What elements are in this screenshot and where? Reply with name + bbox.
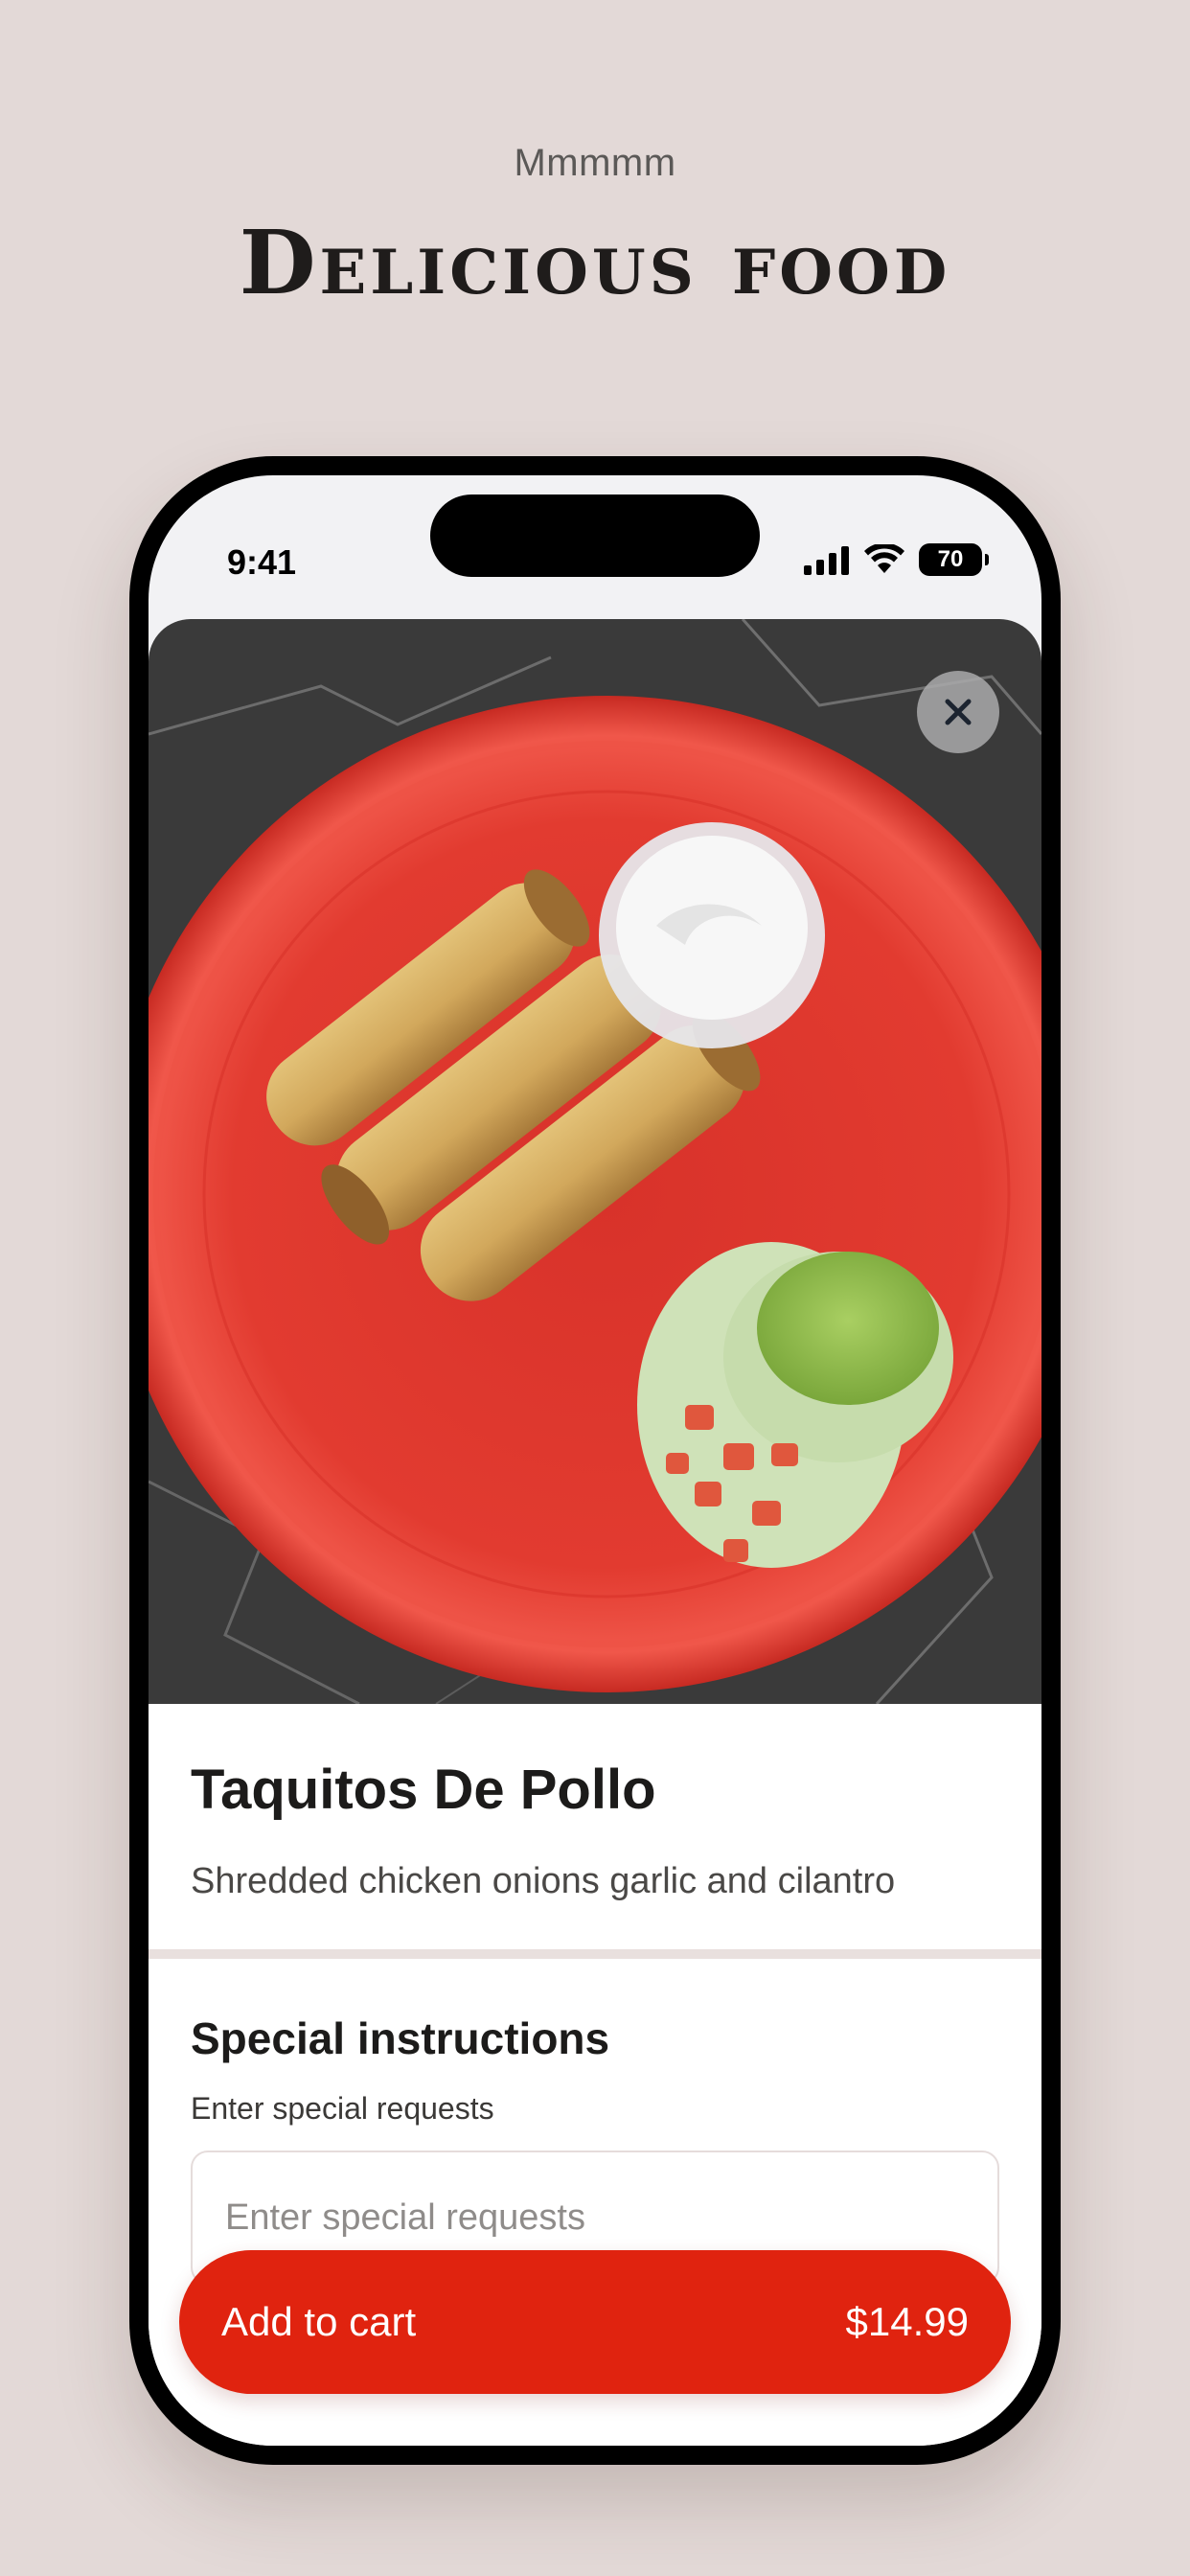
product-description: Shredded chicken onions garlic and cilan… [191, 1861, 896, 1901]
cellular-signal-icon [804, 546, 849, 575]
battery-level: 70 [937, 546, 964, 572]
cart-price: $14.99 [845, 2299, 969, 2344]
phone-screen: 9:41 70 Taquitos De Pollo Shredded chick… [149, 475, 1041, 2446]
page-headline: Delicious food [239, 211, 951, 314]
special-instructions-title: Special instructions [191, 2013, 610, 2063]
dynamic-island [430, 494, 760, 577]
product-sheet: Taquitos De Pollo Shredded chicken onion… [149, 619, 1041, 2446]
close-button[interactable] [917, 671, 999, 753]
add-to-cart-label: Add to cart [221, 2299, 417, 2344]
status-time: 9:41 [227, 542, 297, 582]
product-name: Taquitos De Pollo [191, 1759, 656, 1821]
food-photo [149, 619, 1041, 1704]
section-divider [149, 1949, 1041, 1959]
special-instructions-subtitle: Enter special requests [191, 2091, 494, 2126]
wifi-icon [864, 544, 904, 573]
status-icons: 70 [804, 539, 989, 581]
close-icon [945, 699, 972, 725]
battery-icon: 70 [919, 543, 989, 576]
page-eyebrow: Mmmmm [514, 142, 676, 184]
add-to-cart-button[interactable]: Add to cart $14.99 [179, 2250, 1011, 2394]
phone-frame: 9:41 70 Taquitos De Pollo Shredded chick… [129, 456, 1061, 2465]
